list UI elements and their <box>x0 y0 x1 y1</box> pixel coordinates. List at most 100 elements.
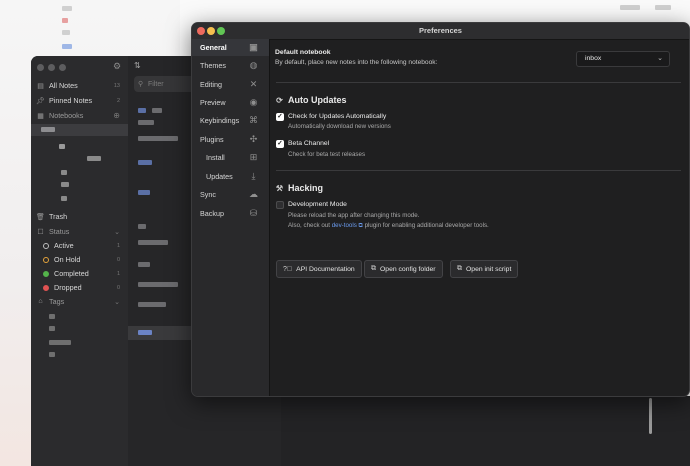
nav-item-plugins[interactable]: Plugins ✣ <box>192 131 269 148</box>
filter-icon: ⚲ <box>138 81 144 88</box>
blurred-content <box>49 326 55 331</box>
nav-item-sync[interactable]: Sync ☁ <box>192 186 269 203</box>
nav-item-label: Updates <box>206 172 233 181</box>
sidebar-section-label: Notebooks <box>49 111 84 120</box>
select-value: inbox <box>585 55 602 62</box>
window-close-button[interactable] <box>197 27 205 35</box>
sidebar-item-label: On Hold <box>54 255 81 264</box>
blurred-content <box>138 330 152 335</box>
divider <box>276 170 681 171</box>
check-updates-label: Check for Updates Automatically <box>288 113 387 120</box>
tag-icon: ⌂ <box>38 298 43 305</box>
blurred-content <box>49 340 71 345</box>
dev-tools-hint-suffix: plugin for enabling additional developer… <box>364 222 489 229</box>
settings-gear-icon[interactable]: ⚙ <box>113 61 121 72</box>
window-zoom-button[interactable] <box>217 27 225 35</box>
blurred-content <box>61 182 69 187</box>
puzzle-icon: ✣ <box>249 134 258 144</box>
sidebar-item-pinned-notes[interactable]: 📌︎ Pinned Notes 2 <box>36 94 123 107</box>
background-scrollbar[interactable] <box>649 398 652 434</box>
chevron-down-icon[interactable]: ⌄ <box>114 228 120 236</box>
blurred-note-row[interactable] <box>138 282 178 287</box>
wrench-icon: ⚒ <box>275 183 284 193</box>
window-minimize-button[interactable] <box>207 27 215 35</box>
window-zoom-button[interactable] <box>59 64 66 71</box>
sidebar-section-tags[interactable]: ⌂ Tags ⌄ <box>36 295 123 308</box>
nav-item-keybindings[interactable]: Keybindings ⌘ <box>192 112 269 129</box>
open-init-script-button[interactable]: ⧉ Open init script <box>450 260 519 278</box>
refresh-icon: ⟳ <box>276 95 283 105</box>
blurred-note-row[interactable] <box>138 262 150 267</box>
nav-item-backup[interactable]: Backup ⛁ <box>192 205 269 222</box>
blurred-note-row[interactable] <box>152 108 162 113</box>
sidebar-item-label: Pinned Notes <box>49 96 93 105</box>
chevron-down-icon: ⌄ <box>657 55 663 62</box>
nav-item-preview[interactable]: Preview ◉ <box>192 94 269 111</box>
status-completed-icon <box>43 270 49 277</box>
preferences-window: Preferences General ▣ Themes ◍ Editing ✕… <box>191 22 690 397</box>
preferences-nav: General ▣ Themes ◍ Editing ✕ Preview ◉ K… <box>192 39 270 396</box>
default-notebook-title: Default notebook <box>275 49 331 56</box>
sidebar-item-status-on-hold[interactable]: On Hold 0 <box>43 253 123 266</box>
eye-icon: ◉ <box>249 97 258 107</box>
hacking-heading: ⚒ Hacking <box>275 183 323 193</box>
add-notebook-icon[interactable]: ⊕ <box>113 111 120 120</box>
window-close-button[interactable] <box>37 64 44 71</box>
blurred-content <box>87 156 101 161</box>
sidebar-section-notebooks[interactable]: ▦ Notebooks ⊕ <box>36 109 123 122</box>
nav-item-updates[interactable]: Updates ⤓ <box>192 168 269 185</box>
sidebar-notebook-selected[interactable] <box>31 124 128 136</box>
download-icon: ⤓ <box>251 171 256 181</box>
status-on-hold-icon <box>43 256 49 263</box>
nav-item-themes[interactable]: Themes ◍ <box>192 57 269 74</box>
nav-item-install[interactable]: Install ⊞ <box>192 149 269 166</box>
open-config-folder-button[interactable]: ⧉ Open config folder <box>364 260 443 278</box>
trash-icon: 🗑︎ <box>36 213 45 221</box>
sidebar-item-status-completed[interactable]: Completed 1 <box>43 267 123 280</box>
blurred-note-row[interactable] <box>138 160 152 165</box>
note-count: 0 <box>116 284 120 291</box>
auto-updates-heading: ⟳ Auto Updates <box>275 95 347 105</box>
status-active-icon <box>43 242 49 249</box>
nav-item-editing[interactable]: Editing ✕ <box>192 76 269 93</box>
check-updates-checkbox[interactable]: ✓ <box>276 113 284 121</box>
sort-icon[interactable]: ⇅ <box>134 61 141 70</box>
sidebar-item-label: Dropped <box>54 283 82 292</box>
nav-item-label: Keybindings <box>200 116 240 125</box>
window-minimize-button[interactable] <box>48 64 55 71</box>
sidebar-section-status[interactable]: ☐ Status ⌄ <box>36 225 123 238</box>
blurred-content <box>62 18 68 23</box>
beta-channel-checkbox[interactable]: ✓ <box>276 140 284 148</box>
sidebar-item-status-dropped[interactable]: Dropped 0 <box>43 281 123 294</box>
default-notebook-select[interactable]: inbox ⌄ <box>576 51 670 67</box>
nav-item-general[interactable]: General ▣ <box>192 39 269 56</box>
status-dropped-icon <box>43 284 49 291</box>
blurred-note-row[interactable] <box>138 224 146 229</box>
blurred-content <box>49 352 55 357</box>
sidebar-section-label: Tags <box>49 297 65 306</box>
status-icon: ☐ <box>37 228 44 236</box>
blurred-note-row[interactable] <box>138 120 154 125</box>
blurred-note-row[interactable] <box>138 108 146 113</box>
sidebar-item-trash[interactable]: 🗑︎ Trash <box>36 210 67 223</box>
note-count: 13 <box>113 82 120 89</box>
blurred-note-row[interactable] <box>138 240 168 245</box>
chevron-down-icon[interactable]: ⌄ <box>114 298 120 306</box>
nav-item-label: Preview <box>200 98 226 107</box>
section-heading-label: Auto Updates <box>288 95 347 105</box>
beta-channel-description: Check for beta test releases <box>288 151 366 158</box>
blurred-content <box>655 5 671 10</box>
general-icon: ▣ <box>249 42 258 52</box>
nav-item-label: General <box>200 43 227 52</box>
sidebar-item-label: Trash <box>49 212 68 221</box>
blurred-note-row[interactable] <box>138 190 150 195</box>
dev-tools-link[interactable]: dev-tools <box>332 222 357 229</box>
development-mode-checkbox[interactable] <box>276 201 284 209</box>
sidebar-item-status-active[interactable]: Active 1 <box>43 239 123 252</box>
blurred-content <box>62 30 70 35</box>
sidebar-item-all-notes[interactable]: ▤ All Notes 13 <box>36 79 123 92</box>
blurred-note-row[interactable] <box>138 136 178 141</box>
api-documentation-button[interactable]: ?⃝ API Documentation <box>276 260 362 278</box>
blurred-content <box>61 196 67 201</box>
blurred-note-row[interactable] <box>138 302 166 307</box>
